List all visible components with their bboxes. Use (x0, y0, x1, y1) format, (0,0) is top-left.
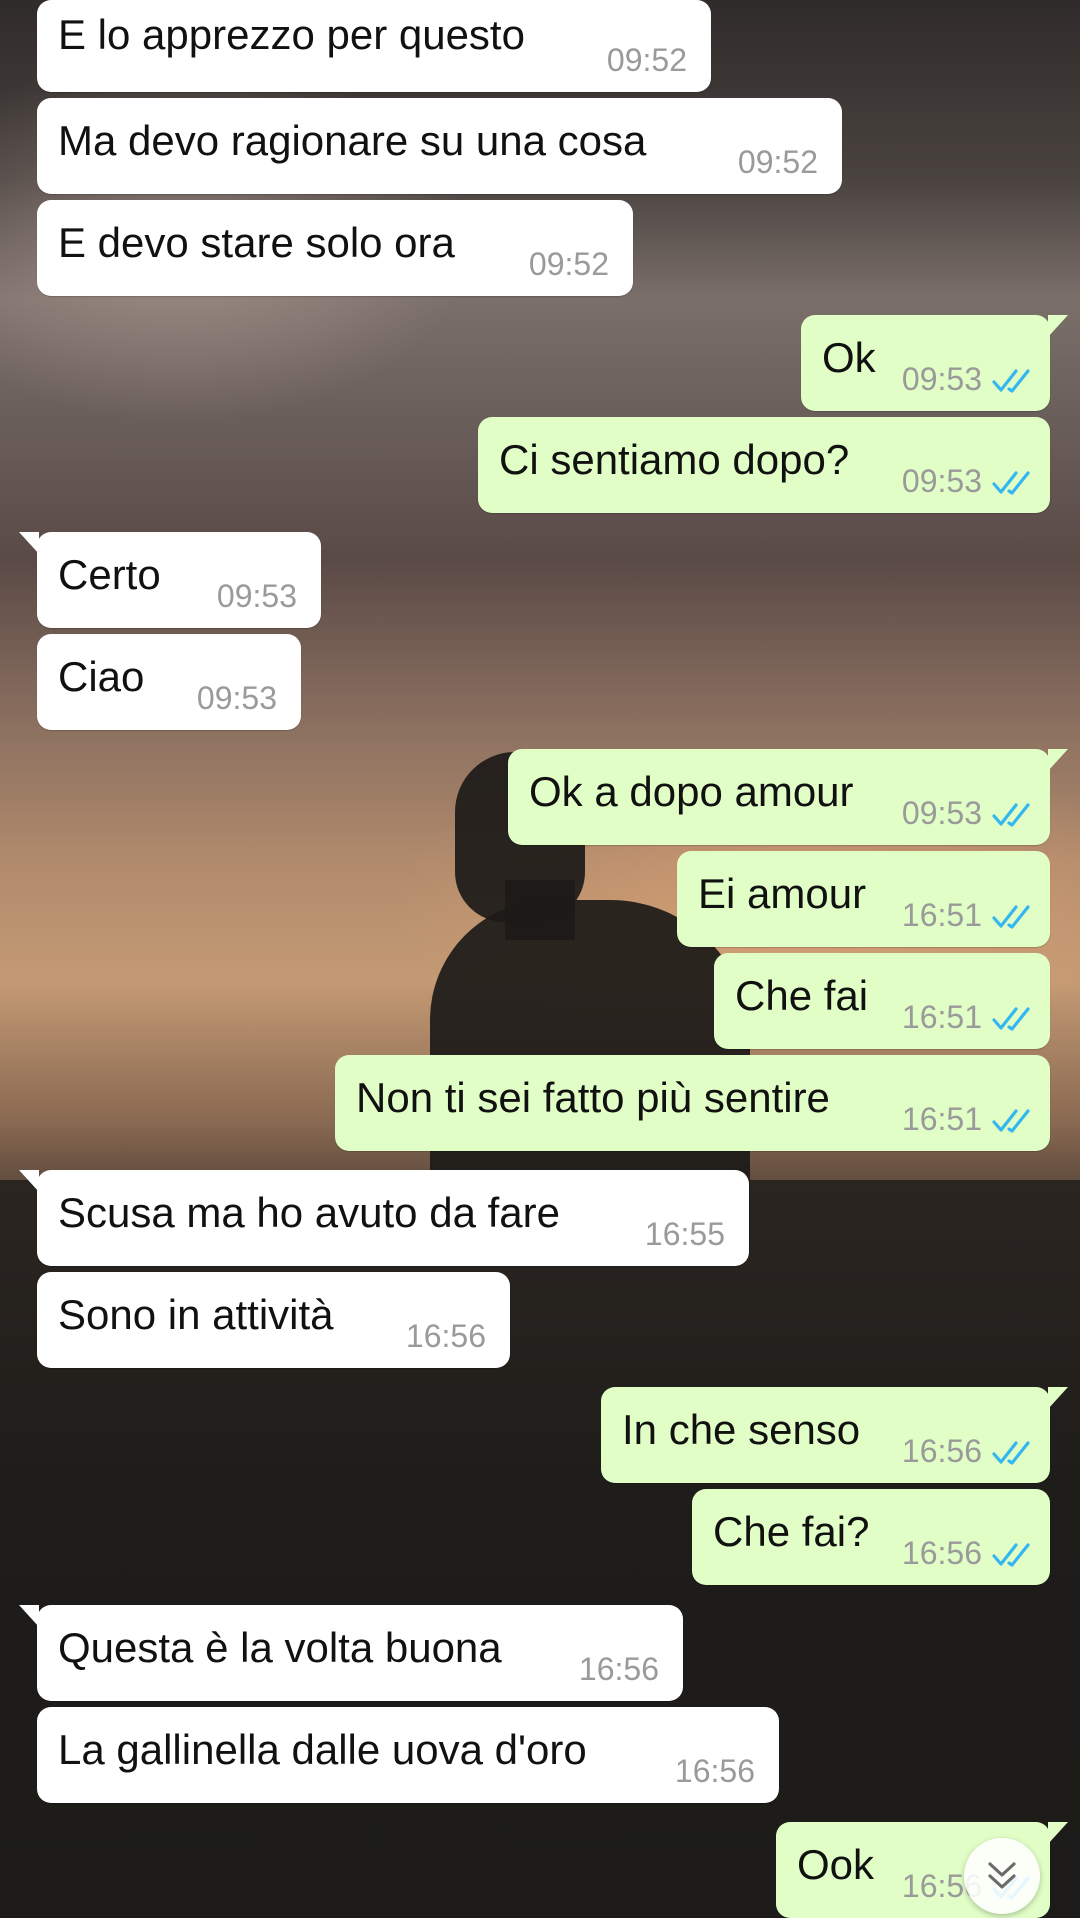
message-bubble-incoming[interactable]: E lo apprezzo per questo 09:52 (37, 0, 711, 92)
message-text: Che fai (735, 972, 869, 1019)
message-time: 16:56 (674, 1753, 755, 1789)
message-bubble-incoming[interactable]: Scusa ma ho avuto da fare 16:55 (19, 1170, 749, 1266)
message-time: 09:52 (606, 42, 687, 78)
message-text: Ook (797, 1841, 875, 1888)
double-chevron-down-icon (988, 1862, 1016, 1889)
message-bubble-outgoing[interactable]: Ei amour 16:51 (677, 851, 1050, 947)
message-time: 16:56 (405, 1318, 486, 1354)
message-text: E lo apprezzo per questo (58, 11, 525, 58)
message-text: Sono in attività (58, 1291, 334, 1338)
message-bubble-incoming[interactable]: E devo stare solo ora 09:52 (37, 200, 633, 296)
message-text: Scusa ma ho avuto da fare (58, 1189, 560, 1236)
message-bubble-outgoing[interactable]: Ok 09:53 (801, 315, 1068, 411)
message-time: 09:53 (901, 463, 982, 499)
double-check-icon (992, 905, 1030, 929)
double-check-icon (992, 471, 1030, 495)
message-time: 09:53 (901, 361, 982, 397)
double-check-icon (992, 369, 1030, 393)
message-text: Questa è la volta buona (58, 1624, 502, 1671)
message-text: Ciao (58, 653, 145, 700)
message-text: Non ti sei fatto più sentire (356, 1074, 830, 1121)
message-bubble-incoming[interactable]: Certo 09:53 (19, 532, 321, 628)
message-time: 16:56 (901, 1535, 982, 1571)
double-check-icon (992, 1441, 1030, 1465)
message-bubble-incoming[interactable]: Sono in attività 16:56 (37, 1272, 510, 1368)
message-time: 16:56 (901, 1433, 982, 1469)
message-bubble-outgoing[interactable]: Non ti sei fatto più sentire 16:51 (335, 1055, 1050, 1151)
message-text: Ok (822, 334, 876, 381)
message-time: 16:51 (901, 897, 982, 933)
message-text: La gallinella dalle uova d'oro (58, 1726, 587, 1773)
double-check-icon (992, 1109, 1030, 1133)
double-check-icon (992, 803, 1030, 827)
message-bubble-outgoing[interactable]: Ci sentiamo dopo? 09:53 (478, 417, 1050, 513)
message-time: 09:52 (737, 144, 818, 180)
message-text: In che senso (622, 1406, 861, 1453)
message-time: 16:55 (644, 1216, 725, 1252)
message-text: Ei amour (698, 870, 867, 917)
message-time: 09:53 (196, 680, 277, 716)
message-text: Certo (58, 551, 161, 598)
message-text: Ci sentiamo dopo? (499, 436, 850, 483)
message-list[interactable]: E lo apprezzo per questo 09:52 Ma devo r… (0, 0, 1080, 1918)
message-bubble-outgoing[interactable]: In che senso 16:56 (601, 1387, 1068, 1483)
message-bubble-incoming[interactable]: Questa è la volta buona 16:56 (19, 1605, 683, 1701)
message-time: 09:53 (901, 795, 982, 831)
message-time: 16:51 (901, 999, 982, 1035)
message-bubble-outgoing[interactable]: Che fai? 16:56 (692, 1489, 1050, 1585)
message-time: 16:56 (578, 1651, 659, 1687)
message-text: Ma devo ragionare su una cosa (58, 117, 647, 164)
message-bubble-incoming[interactable]: Ciao 09:53 (37, 634, 301, 730)
double-check-icon (992, 1543, 1030, 1567)
message-text: E devo stare solo ora (58, 219, 455, 266)
message-bubble-outgoing[interactable]: Ok a dopo amour 09:53 (508, 749, 1068, 845)
message-bubble-outgoing[interactable]: Che fai 16:51 (714, 953, 1050, 1049)
message-time: 09:52 (528, 246, 609, 282)
message-time: 16:51 (901, 1101, 982, 1137)
message-time: 09:53 (216, 578, 297, 614)
double-check-icon (992, 1007, 1030, 1031)
message-bubble-incoming[interactable]: La gallinella dalle uova d'oro 16:56 (37, 1707, 779, 1803)
message-text: Ok a dopo amour (529, 768, 854, 815)
message-text: Che fai? (713, 1508, 870, 1555)
message-bubble-incoming[interactable]: Ma devo ragionare su una cosa 09:52 (37, 98, 842, 194)
scroll-to-bottom-button[interactable] (964, 1838, 1040, 1914)
